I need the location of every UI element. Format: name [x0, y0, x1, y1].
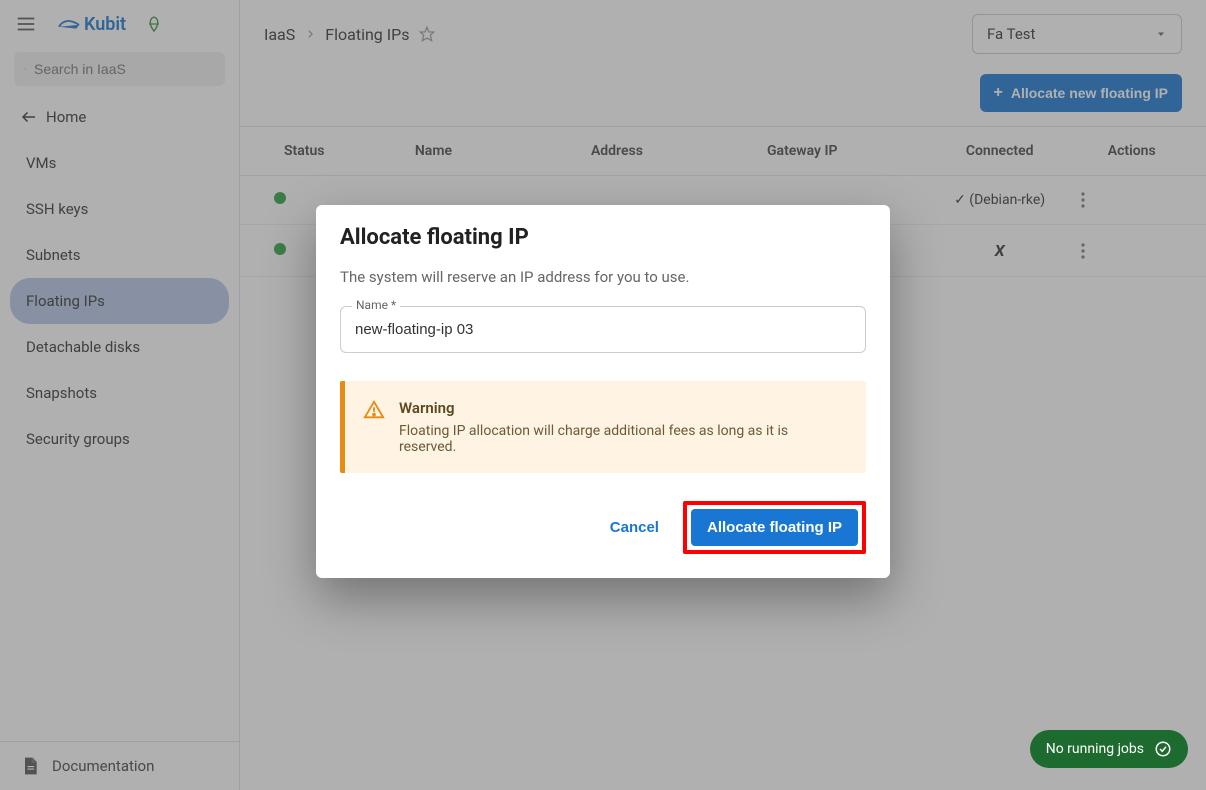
- warning-triangle-icon: [363, 399, 385, 455]
- warning-title: Warning: [399, 399, 848, 417]
- check-circle-icon: [1154, 740, 1172, 758]
- modal-overlay[interactable]: Allocate floating IP The system will res…: [0, 0, 1206, 790]
- name-field-label: Name *: [352, 298, 400, 312]
- allocate-floating-ip-modal: Allocate floating IP The system will res…: [316, 205, 890, 578]
- modal-description: The system will reserve an IP address fo…: [340, 268, 866, 286]
- modal-title: Allocate floating IP: [340, 225, 866, 250]
- allocate-floating-ip-button[interactable]: Allocate floating IP: [691, 509, 858, 546]
- jobs-status-pill[interactable]: No running jobs: [1030, 730, 1188, 768]
- name-field-input[interactable]: [340, 306, 866, 353]
- warning-text: Floating IP allocation will charge addit…: [399, 423, 848, 455]
- allocate-button-label: Allocate floating IP: [707, 519, 842, 536]
- highlighted-allocate-button-frame: Allocate floating IP: [683, 501, 866, 554]
- cancel-button[interactable]: Cancel: [600, 509, 669, 546]
- warning-alert: Warning Floating IP allocation will char…: [340, 381, 866, 473]
- cancel-button-label: Cancel: [610, 519, 659, 536]
- jobs-status-label: No running jobs: [1046, 741, 1144, 757]
